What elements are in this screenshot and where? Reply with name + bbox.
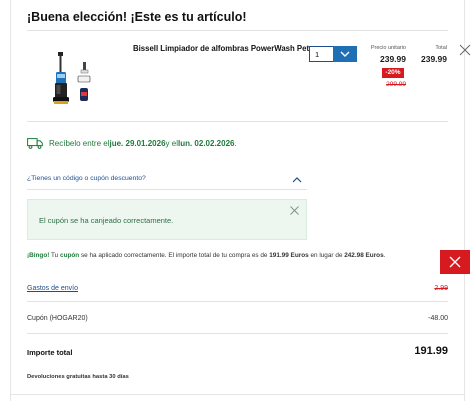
delivery-estimate: Recíbelo entre el jue. 29.01.2026 y el l… xyxy=(27,138,237,149)
coupon-value: -48.00 xyxy=(428,315,448,322)
shipping-value: 2.99 xyxy=(434,285,448,292)
coupon-toggle-label[interactable]: ¿Tienes un código o cupón descuento? xyxy=(27,175,146,182)
shipping-link[interactable]: Gastos de envío xyxy=(27,285,78,292)
truck-icon xyxy=(27,138,43,149)
bingo-new-total: 191.99 Euros xyxy=(269,252,309,259)
unit-price-label: Precio unitario xyxy=(370,45,406,51)
bingo-lead: ¡Bingo! xyxy=(27,252,50,259)
divider xyxy=(27,333,448,334)
delivery-date-to: lun. 02.02.2026 xyxy=(177,139,235,148)
divider xyxy=(27,30,448,31)
page-title: ¡Buena elección! ¡Este es tu artículo! xyxy=(27,10,247,24)
close-icon[interactable] xyxy=(290,206,299,215)
product-name[interactable]: Bissell Limpiador de alfombras PowerWash… xyxy=(133,44,309,53)
bingo-text: en lugar de xyxy=(308,252,345,259)
coupon-success-message: El cupón se ha canjeado correctamente. xyxy=(39,216,174,225)
divider xyxy=(27,301,448,302)
chevron-up-icon[interactable] xyxy=(292,177,302,183)
divider xyxy=(27,121,448,122)
delivery-prefix: Recíbelo entre el xyxy=(49,139,110,148)
coupon-applied-note: ¡Bingo! Tu cupón se ha aplicado correcta… xyxy=(27,252,422,259)
bingo-text: Tu xyxy=(49,252,61,259)
quantity-select[interactable]: 1 xyxy=(309,46,357,62)
carpet-cleaner-image xyxy=(53,52,91,104)
delivery-middle: y el xyxy=(165,139,178,148)
delivery-suffix: . xyxy=(234,139,237,148)
discount-badge: -20% xyxy=(382,68,404,78)
delivery-date-from: jue. 29.01.2026 xyxy=(109,139,166,148)
divider xyxy=(10,394,465,395)
unit-price: 239.99 xyxy=(380,54,406,64)
close-icon xyxy=(449,256,461,268)
returns-note: Devoluciones gratuitas hasta 30 días xyxy=(27,374,129,380)
original-price: 299.99 xyxy=(386,81,406,88)
total-label: Total xyxy=(435,45,447,51)
line-total: 239.99 xyxy=(421,54,447,64)
coupon-label: Cupón (HOGAR20) xyxy=(27,315,88,322)
chevron-down-icon[interactable] xyxy=(333,46,357,62)
bingo-cupon-word: cupón xyxy=(60,252,80,259)
cart-panel: ¡Buena elección! ¡Este es tu artículo! B… xyxy=(10,0,471,401)
bingo-text: . xyxy=(383,252,386,259)
remove-coupon-button[interactable] xyxy=(440,250,470,274)
order-total-label: Importe total xyxy=(27,348,73,357)
remove-item-icon[interactable] xyxy=(459,44,471,56)
bingo-text: se ha aplicado correctamente. El importe… xyxy=(79,252,270,259)
bingo-old-total: 242.98 Euros xyxy=(344,252,384,259)
order-total-value: 191.99 xyxy=(414,345,448,357)
quantity-value: 1 xyxy=(315,50,320,59)
